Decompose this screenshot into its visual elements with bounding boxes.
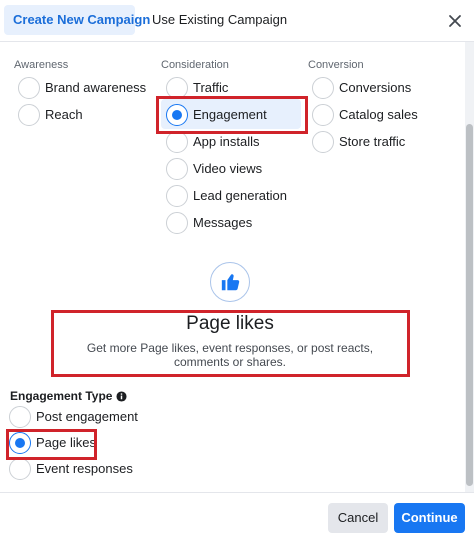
radio-event-responses[interactable] bbox=[9, 458, 31, 480]
objective-scroll-area: Awareness Consideration Conversion Brand… bbox=[0, 42, 474, 492]
radio-video-views[interactable] bbox=[166, 158, 188, 180]
objective-label: Store traffic bbox=[339, 134, 406, 149]
annotation-box-page-likes bbox=[6, 429, 97, 460]
objective-label: Messages bbox=[193, 215, 253, 230]
radio-lead-generation[interactable] bbox=[166, 185, 188, 207]
close-button[interactable] bbox=[444, 10, 466, 32]
tab-use-existing-campaign[interactable]: Use Existing Campaign bbox=[143, 5, 296, 35]
tab-create-new-campaign[interactable]: Create New Campaign bbox=[4, 5, 150, 35]
thumbs-up-icon bbox=[221, 274, 240, 291]
scrollbar-thumb[interactable] bbox=[466, 124, 473, 486]
close-icon bbox=[449, 15, 461, 27]
column-label-awareness: Awareness bbox=[14, 59, 69, 71]
radio-catalog-sales[interactable] bbox=[312, 104, 334, 126]
continue-button[interactable]: Continue bbox=[394, 503, 465, 533]
radio-reach[interactable] bbox=[18, 104, 40, 126]
radio-messages[interactable] bbox=[166, 212, 188, 234]
column-label-conversion: Conversion bbox=[308, 59, 364, 71]
engagement-type-label: Engagement Type bbox=[10, 389, 128, 403]
scrollbar[interactable] bbox=[465, 42, 474, 492]
dialog-footer: Cancel Continue bbox=[0, 492, 474, 534]
radio-post-engagement[interactable] bbox=[9, 406, 31, 428]
objective-label: Reach bbox=[45, 107, 83, 122]
dialog-header: Create New Campaign Use Existing Campaig… bbox=[0, 0, 474, 42]
cancel-button[interactable]: Cancel bbox=[328, 503, 388, 533]
radio-app-installs[interactable] bbox=[166, 131, 188, 153]
column-label-consideration: Consideration bbox=[161, 59, 229, 71]
engagement-type-text: Engagement Type bbox=[10, 389, 113, 403]
radio-brand-awareness[interactable] bbox=[18, 77, 40, 99]
info-icon[interactable] bbox=[116, 391, 128, 402]
objective-label: Video views bbox=[193, 161, 263, 176]
radio-conversions[interactable] bbox=[312, 77, 334, 99]
annotation-box-detail bbox=[51, 310, 410, 377]
objective-label: Conversions bbox=[339, 80, 412, 95]
objective-label: Brand awareness bbox=[45, 80, 147, 95]
objective-label: Catalog sales bbox=[339, 107, 418, 122]
engagement-type-option-label: Post engagement bbox=[36, 409, 138, 424]
radio-store-traffic[interactable] bbox=[312, 131, 334, 153]
annotation-box-engagement bbox=[156, 96, 308, 134]
detail-icon-circle bbox=[210, 262, 250, 302]
objective-label: Lead generation bbox=[193, 188, 287, 203]
